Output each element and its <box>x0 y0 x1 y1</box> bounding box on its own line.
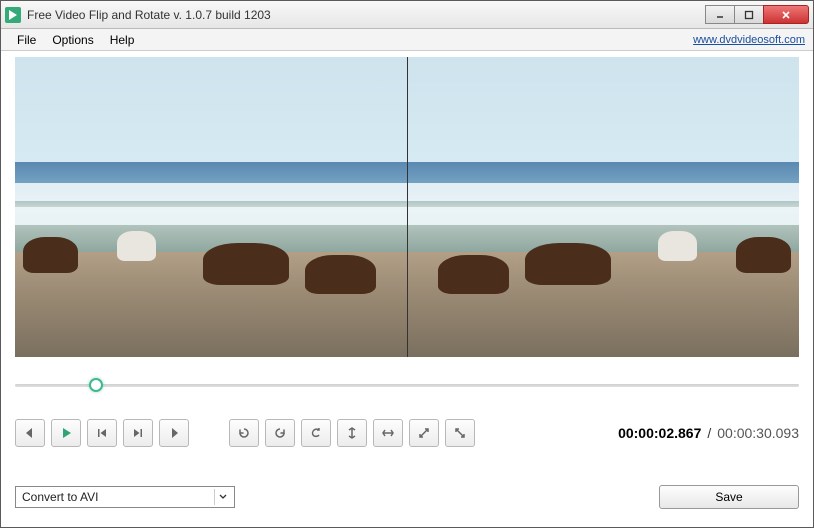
save-button[interactable]: Save <box>659 485 799 509</box>
minimize-button[interactable] <box>705 5 735 24</box>
prev-button[interactable] <box>15 419 45 447</box>
rotate-cw-90-button[interactable] <box>265 419 295 447</box>
video-preview <box>15 57 799 357</box>
flip-diag2-button[interactable] <box>445 419 475 447</box>
bottom-row: Convert to AVI Save <box>15 485 799 509</box>
step-forward-button[interactable] <box>123 419 153 447</box>
menu-file[interactable]: File <box>9 31 44 49</box>
content-area: 00:00:02.867 / 00:00:30.093 Convert to A… <box>1 51 813 527</box>
titlebar[interactable]: Free Video Flip and Rotate v. 1.0.7 buil… <box>1 1 813 29</box>
preview-right <box>407 57 799 357</box>
menubar: File Options Help www.dvdvideosoft.com <box>1 29 813 51</box>
flip-vertical-button[interactable] <box>337 419 367 447</box>
total-time: 00:00:30.093 <box>717 425 799 441</box>
time-separator: / <box>707 425 711 441</box>
controls-row: 00:00:02.867 / 00:00:30.093 <box>15 419 799 447</box>
rotate-ccw-90-button[interactable] <box>229 419 259 447</box>
window-controls <box>706 5 809 24</box>
window-title: Free Video Flip and Rotate v. 1.0.7 buil… <box>27 8 706 22</box>
app-window: Free Video Flip and Rotate v. 1.0.7 buil… <box>0 0 814 528</box>
transform-group <box>229 419 475 447</box>
seek-slider[interactable] <box>15 375 799 395</box>
step-back-button[interactable] <box>87 419 117 447</box>
save-button-label: Save <box>715 490 742 504</box>
output-format-select[interactable]: Convert to AVI <box>15 486 235 508</box>
playback-group <box>15 419 189 447</box>
next-button[interactable] <box>159 419 189 447</box>
menu-options[interactable]: Options <box>44 31 101 49</box>
maximize-button[interactable] <box>734 5 764 24</box>
preview-left <box>15 57 407 357</box>
output-format-value: Convert to AVI <box>22 490 214 504</box>
time-display: 00:00:02.867 / 00:00:30.093 <box>618 425 799 441</box>
app-icon <box>5 7 21 23</box>
seek-track <box>15 384 799 387</box>
website-link[interactable]: www.dvdvideosoft.com <box>693 34 805 46</box>
flip-diag1-button[interactable] <box>409 419 439 447</box>
seek-thumb[interactable] <box>89 378 103 392</box>
flip-horizontal-button[interactable] <box>373 419 403 447</box>
current-time: 00:00:02.867 <box>618 425 701 441</box>
play-button[interactable] <box>51 419 81 447</box>
rotate-180-button[interactable] <box>301 419 331 447</box>
close-button[interactable] <box>763 5 809 24</box>
preview-divider <box>407 57 408 357</box>
menu-help[interactable]: Help <box>102 31 143 49</box>
chevron-down-icon <box>214 489 230 505</box>
